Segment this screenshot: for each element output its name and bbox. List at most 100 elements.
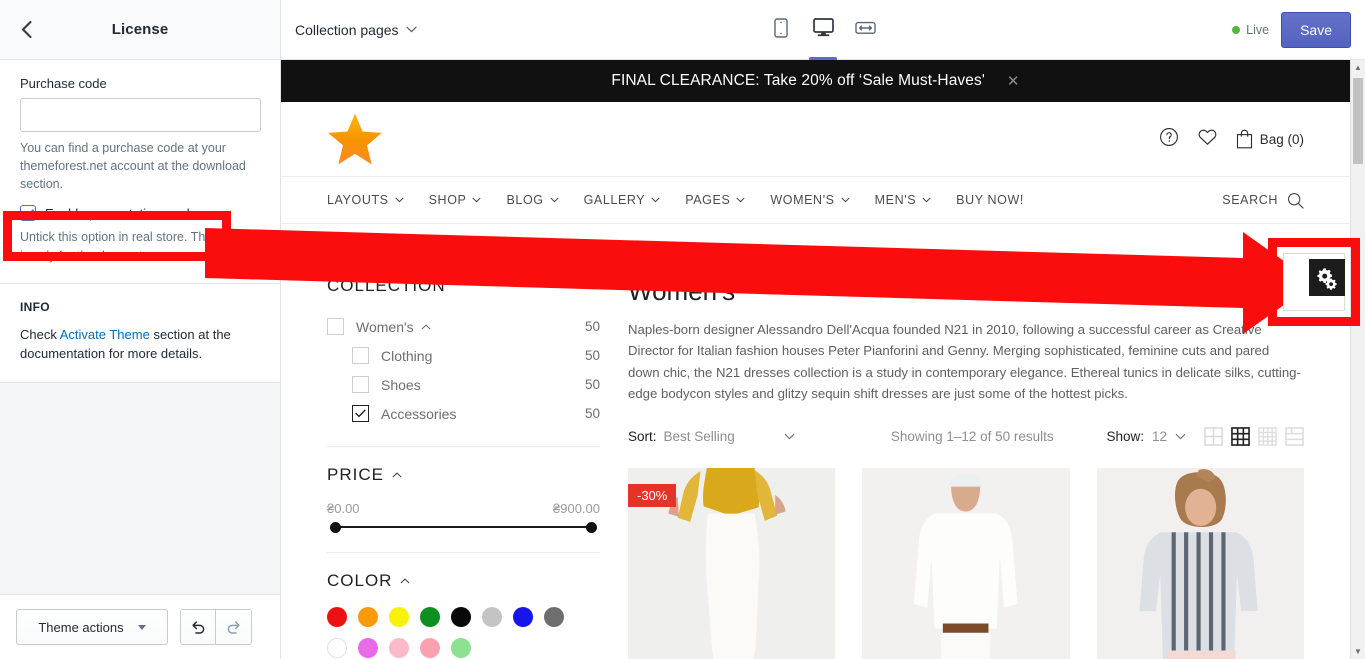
scroll-up-arrow-icon[interactable]: ▲ xyxy=(1351,60,1365,75)
info-text-before: Check xyxy=(20,326,60,342)
nav-item-blog[interactable]: BLOG xyxy=(506,193,559,207)
color-swatch-1[interactable] xyxy=(358,607,378,627)
purchase-code-label: Purchase code xyxy=(20,76,107,91)
nav-item-gallery[interactable]: GALLERY xyxy=(584,193,661,207)
filter-row-shoes[interactable]: Shoes 50 xyxy=(327,370,600,399)
list-icon[interactable] xyxy=(1285,426,1304,446)
color-swatch-4[interactable] xyxy=(451,607,471,627)
color-swatch-6[interactable] xyxy=(513,607,533,627)
preview-scrollbar[interactable]: ▲ ▼ xyxy=(1350,60,1365,659)
price-slider[interactable] xyxy=(330,520,597,534)
device-fullwidth-button[interactable] xyxy=(847,4,883,60)
nav-item-layouts[interactable]: LAYOUTS xyxy=(327,193,404,207)
color-swatch-10[interactable] xyxy=(389,638,409,658)
filter-label: Shoes xyxy=(381,376,421,393)
bag-button[interactable]: Bag (0) xyxy=(1236,129,1304,149)
scroll-down-arrow-icon[interactable]: ▼ xyxy=(1351,644,1365,659)
color-swatch-0[interactable] xyxy=(327,607,347,627)
color-swatch-2[interactable] xyxy=(389,607,409,627)
chevron-down-icon xyxy=(736,197,745,203)
redo-button[interactable] xyxy=(216,609,252,645)
filter-label-wrap: Clothing xyxy=(381,348,432,364)
device-mobile-button[interactable] xyxy=(763,4,799,60)
search-button[interactable]: SEARCH xyxy=(1222,192,1304,209)
grid-2-icon[interactable] xyxy=(1204,426,1223,446)
collection-content: Home / Women's COLLECTION Women's 50 Clo… xyxy=(281,224,1350,659)
product-card[interactable] xyxy=(1096,467,1304,659)
nav-item-mens[interactable]: MEN'S xyxy=(875,193,932,207)
purchase-code-input[interactable] xyxy=(20,98,261,132)
store-header-icons: Bag (0) xyxy=(1159,127,1304,152)
filter-checkbox[interactable] xyxy=(352,376,369,393)
device-desktop-button[interactable] xyxy=(805,4,841,60)
enable-presentation-mode-row[interactable]: Enable presentation mode xyxy=(20,205,260,222)
product-card[interactable]: -30% xyxy=(628,467,836,659)
price-slider-track xyxy=(334,526,593,528)
nav-item-pages[interactable]: PAGES xyxy=(685,193,745,207)
filter-row-womens[interactable]: Women's 50 xyxy=(327,312,600,341)
nav-label: GALLERY xyxy=(583,193,646,207)
breadcrumb-separator: / xyxy=(365,238,370,250)
close-icon[interactable]: ✕ xyxy=(1007,72,1020,90)
filter-count: 50 xyxy=(584,406,600,421)
color-swatch-12[interactable] xyxy=(451,638,471,658)
gear-button[interactable] xyxy=(1309,259,1345,296)
nav-label: BLOG xyxy=(506,193,544,207)
breadcrumb-home[interactable]: Home xyxy=(327,238,358,250)
filter-color-title[interactable]: COLOR xyxy=(327,571,600,591)
chevron-down-icon xyxy=(405,26,417,33)
filter-checkbox[interactable] xyxy=(352,347,369,364)
color-swatch-3[interactable] xyxy=(420,607,440,627)
filter-row-clothing[interactable]: Clothing 50 xyxy=(327,341,600,370)
sidebar-empty-area xyxy=(0,382,280,594)
color-swatch-9[interactable] xyxy=(358,638,378,658)
chevron-up-icon[interactable] xyxy=(421,323,431,330)
product-card[interactable] xyxy=(862,467,1070,659)
filter-checkbox[interactable] xyxy=(352,405,369,422)
grid-3-icon[interactable] xyxy=(1231,426,1250,446)
license-sidebar: License Purchase code You can find a pur… xyxy=(0,0,281,659)
scrollbar-thumb[interactable] xyxy=(1353,78,1363,164)
star-logo[interactable] xyxy=(327,112,383,166)
promo-banner: FINAL CLEARANCE: Take 20% off ‘Sale Must… xyxy=(281,60,1350,102)
color-swatch-7[interactable] xyxy=(544,607,564,627)
heart-icon[interactable] xyxy=(1197,127,1218,151)
filter-title-label: COLOR xyxy=(327,571,393,590)
color-swatch-5[interactable] xyxy=(482,607,502,627)
price-slider-handle-max[interactable] xyxy=(586,522,597,533)
sort-control[interactable]: Sort: Best Selling xyxy=(628,429,795,444)
sort-value: Best Selling xyxy=(663,428,735,444)
filter-collection-title[interactable]: COLLECTION xyxy=(327,276,600,296)
chevron-down-icon xyxy=(651,197,660,203)
help-icon[interactable] xyxy=(1159,127,1179,152)
save-button[interactable]: Save xyxy=(1281,11,1351,48)
filter-checkbox[interactable] xyxy=(327,318,344,335)
color-swatch-8[interactable] xyxy=(327,638,347,658)
chevron-down-icon xyxy=(841,197,850,203)
grid-4-icon[interactable] xyxy=(1258,426,1277,446)
filter-row-accessories[interactable]: Accessories 50 xyxy=(327,399,600,428)
filter-price-title[interactable]: PRICE xyxy=(327,465,600,485)
divider xyxy=(327,446,600,447)
nav-item-shop[interactable]: SHOP xyxy=(429,193,482,207)
price-slider-handle-min[interactable] xyxy=(330,522,341,533)
theme-actions-button[interactable]: Theme actions xyxy=(16,609,168,645)
undo-button[interactable] xyxy=(180,609,216,645)
color-swatch-11[interactable] xyxy=(420,638,440,658)
nav-item-buy-now[interactable]: BUY NOW! xyxy=(956,193,1024,207)
show-per-page-control[interactable]: Show: 12 xyxy=(1106,429,1186,444)
chevron-down-icon xyxy=(472,197,482,203)
nav-item-womens[interactable]: WOMEN'S xyxy=(770,193,850,207)
back-button[interactable] xyxy=(6,10,46,50)
status-label: Live xyxy=(1246,22,1270,37)
history-button-group xyxy=(180,609,252,645)
presentation-mode-help: Untick this option in real store. This o… xyxy=(20,230,252,263)
bag-label: Bag (0) xyxy=(1259,131,1304,147)
store-navigation: LAYOUTS SHOP BLOG GALLERY PAGES WOMEN'S … xyxy=(281,176,1350,224)
activate-theme-link[interactable]: Activate Theme xyxy=(60,327,150,342)
page-selector[interactable]: Collection pages xyxy=(295,22,417,38)
chevron-down-icon xyxy=(784,433,795,440)
status-badge: Live xyxy=(1232,23,1269,37)
presentation-mode-checkbox[interactable] xyxy=(20,205,36,222)
breadcrumb-current: Women's xyxy=(377,238,425,250)
